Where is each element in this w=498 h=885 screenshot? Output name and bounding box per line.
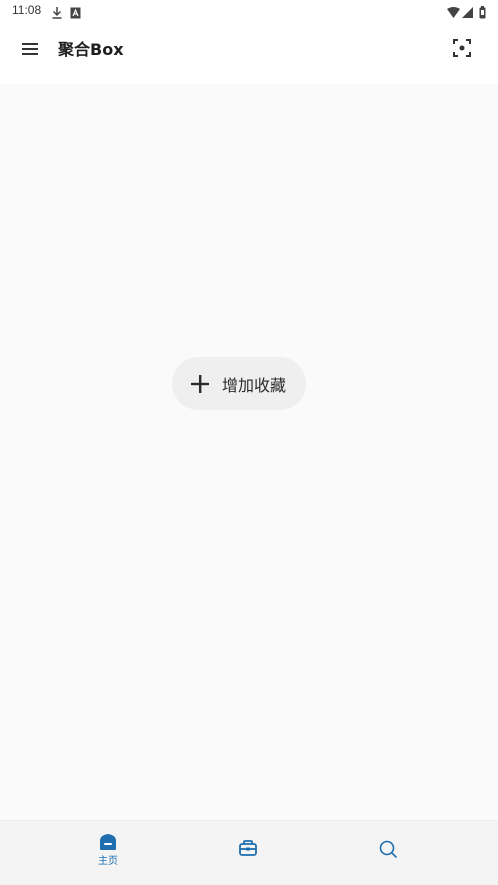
bottom-nav: 主页 bbox=[0, 820, 498, 885]
plus-icon bbox=[191, 374, 209, 393]
main-content: 增加收藏 bbox=[0, 84, 498, 820]
toolbox-icon bbox=[239, 840, 257, 856]
scan-button[interactable] bbox=[446, 32, 478, 64]
nav-label-home: 主页 bbox=[98, 856, 118, 867]
nav-item-home[interactable]: 主页 bbox=[48, 821, 168, 885]
menu-icon bbox=[22, 43, 38, 55]
battery-icon bbox=[479, 4, 486, 23]
app-title: 聚合Box bbox=[58, 40, 124, 59]
download-icon bbox=[51, 4, 63, 23]
a-box-icon bbox=[70, 4, 81, 23]
nav-item-search[interactable] bbox=[328, 821, 448, 885]
nav-item-toolbox[interactable] bbox=[188, 821, 308, 885]
signal-icon bbox=[462, 4, 473, 23]
menu-button[interactable] bbox=[16, 34, 46, 64]
search-icon bbox=[379, 840, 397, 858]
status-bar: 11:08 bbox=[0, 0, 498, 22]
wifi-icon bbox=[447, 4, 460, 23]
scan-icon bbox=[453, 39, 471, 57]
add-favorite-label: 增加收藏 bbox=[222, 375, 287, 395]
app-bar: 聚合Box bbox=[0, 22, 498, 80]
home-icon bbox=[100, 834, 116, 850]
add-favorite-button[interactable]: 增加收藏 bbox=[172, 357, 306, 410]
status-time: 11:08 bbox=[12, 3, 42, 17]
